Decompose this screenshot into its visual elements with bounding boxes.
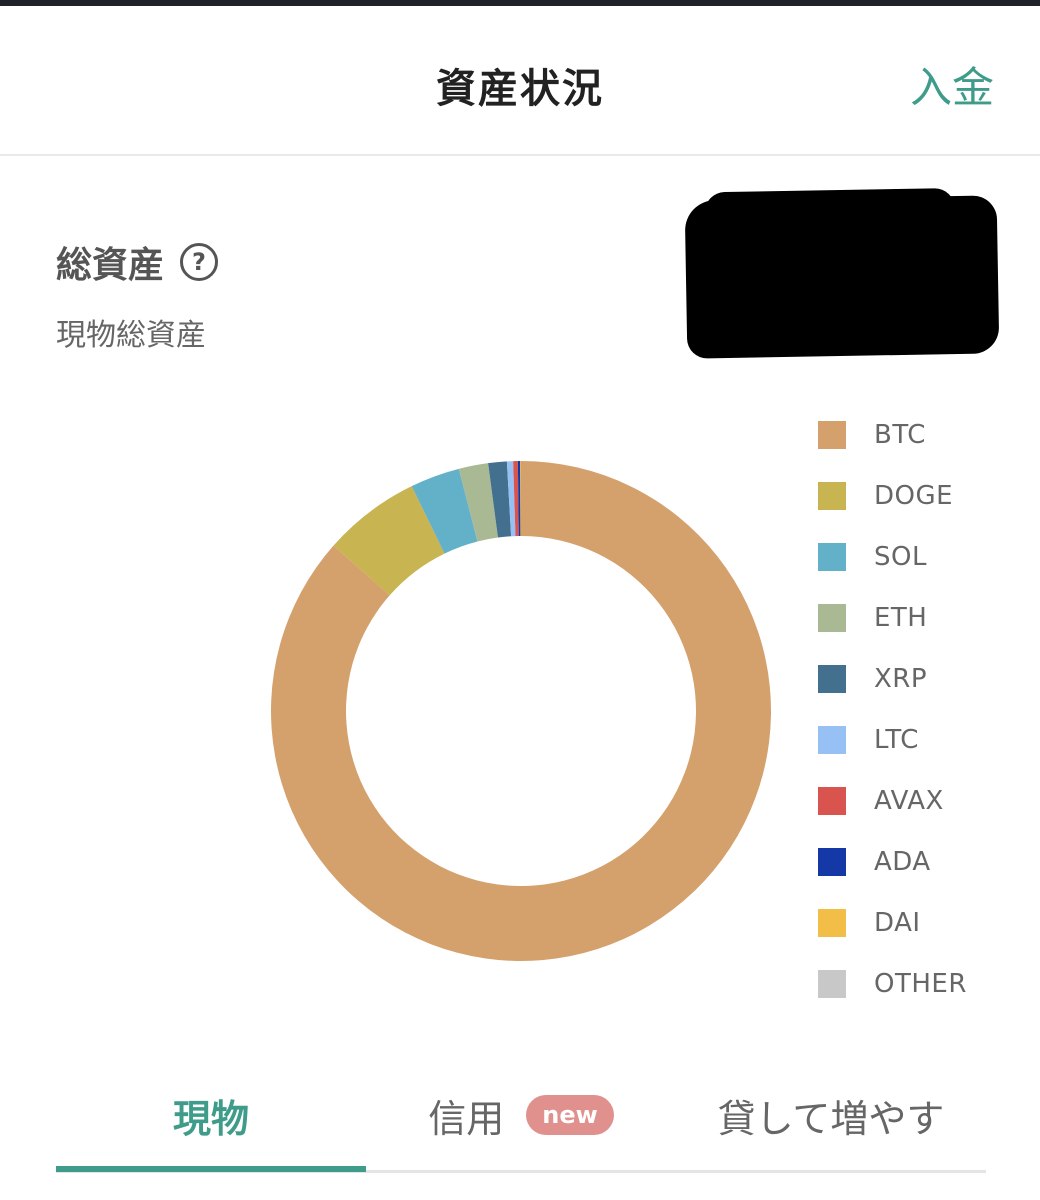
asset-donut-chart (271, 461, 771, 961)
legend-label: ADA (874, 846, 931, 877)
legend-swatch (818, 481, 846, 510)
legend-item-xrp: XRP (818, 648, 1028, 709)
legend-item-avax: AVAX (818, 770, 1028, 831)
asset-tabs: 現物 信用 new 貸して増やす (56, 1060, 986, 1174)
legend-swatch (818, 420, 846, 449)
legend-label: DAI (874, 907, 921, 938)
legend-swatch (818, 847, 846, 876)
tab-lending[interactable]: 貸して増やす (676, 1060, 986, 1170)
tab-margin[interactable]: 信用 new (366, 1060, 676, 1170)
tab-spot[interactable]: 現物 (56, 1060, 366, 1170)
legend-label: SOL (874, 541, 927, 572)
legend-swatch (818, 725, 846, 754)
tab-spot-label: 現物 (172, 1096, 249, 1141)
legend-label: LTC (874, 724, 919, 755)
active-tab-indicator (56, 1166, 366, 1172)
asset-status-screen: 資産状況 入金 総資産 ? 現物総資産 BTC DOGE SOL ETH XRP LTC A… (0, 0, 1040, 1200)
legend-swatch (818, 908, 846, 937)
legend-label: XRP (874, 663, 928, 694)
legend-item-btc: BTC (818, 404, 1028, 465)
legend-label: BTC (874, 419, 926, 450)
legend-label: ETH (874, 602, 928, 633)
tab-margin-label: 信用 (428, 1096, 505, 1141)
legend-item-ltc: LTC (818, 709, 1028, 770)
legend-label: OTHER (874, 968, 967, 999)
page-title: 資産状況 (436, 66, 604, 112)
chart-legend: BTC DOGE SOL ETH XRP LTC AVAX ADA DAI OTHER (818, 404, 1028, 1014)
tab-lending-label: 貸して増やす (717, 1096, 945, 1141)
app-header: 資産状況 入金 (0, 6, 1040, 156)
legend-label: AVAX (874, 785, 944, 816)
legend-item-ada: ADA (818, 831, 1028, 892)
legend-swatch (818, 786, 846, 815)
help-question-icon[interactable]: ? (180, 243, 219, 281)
redacted-amount (684, 195, 1000, 359)
legend-item-sol: SOL (818, 526, 1028, 587)
legend-item-eth: ETH (818, 587, 1028, 648)
spot-total-assets-label: 現物総資産 (56, 318, 206, 353)
legend-item-doge: DOGE (818, 465, 1028, 526)
legend-swatch (818, 664, 846, 693)
legend-label: DOGE (874, 480, 954, 511)
total-assets-row: 総資産 ? (56, 236, 219, 288)
legend-item-dai: DAI (818, 892, 1028, 953)
legend-swatch (818, 603, 846, 632)
legend-item-other: OTHER (818, 953, 1028, 1014)
total-assets-label: 総資産 (56, 245, 165, 286)
new-badge: new (526, 1095, 614, 1135)
legend-swatch (818, 969, 846, 998)
legend-swatch (818, 542, 846, 571)
deposit-button[interactable]: 入金 (910, 54, 994, 115)
